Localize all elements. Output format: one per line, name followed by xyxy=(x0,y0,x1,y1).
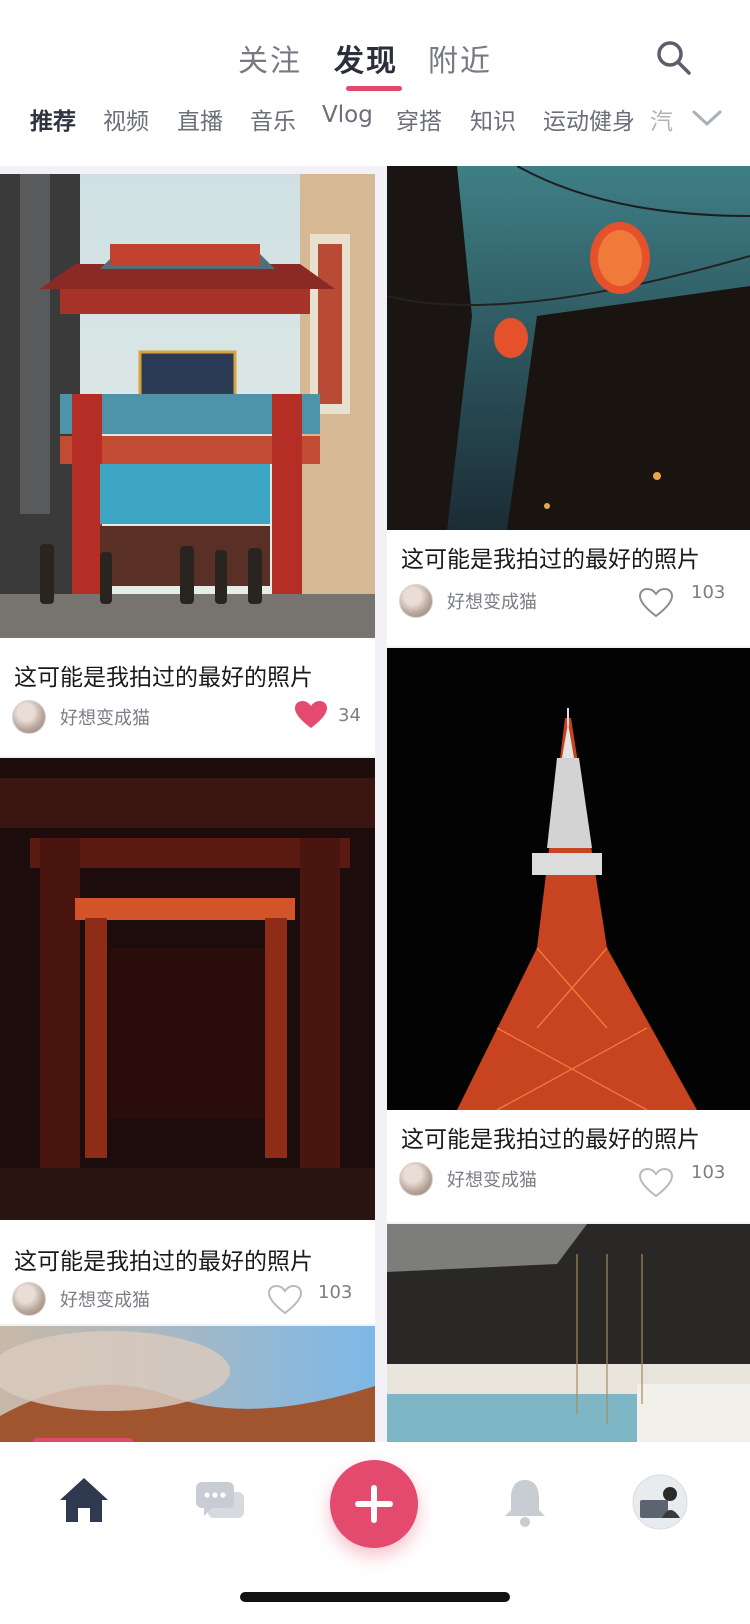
author-name[interactable]: 好想变成猫 xyxy=(447,588,537,614)
like-count: 103 xyxy=(691,1162,726,1183)
author-name[interactable]: 好想变成猫 xyxy=(60,704,150,730)
feed-card[interactable] xyxy=(0,1326,375,1442)
tab-nearby[interactable]: 附近 xyxy=(428,36,492,80)
active-tab-indicator xyxy=(346,86,402,91)
home-icon[interactable] xyxy=(58,1476,110,1524)
feed-card[interactable]: 这可能是我拍过的最好的照片 好想变成猫 34 xyxy=(0,174,375,756)
home-indicator xyxy=(240,1592,510,1602)
add-post-button[interactable] xyxy=(330,1460,418,1548)
category-item[interactable]: 穿搭 xyxy=(396,102,442,136)
category-item[interactable]: Vlog xyxy=(322,102,373,128)
chinatown-gate-photo xyxy=(0,174,375,638)
feed-card[interactable]: 这可能是我拍过的最好的照片 好想变成猫 103 xyxy=(0,758,375,1324)
feed-card[interactable]: 这可能是我拍过的最好的照片 好想变成猫 103 xyxy=(387,166,750,646)
avatar[interactable] xyxy=(12,1282,46,1316)
chevron-down-icon[interactable] xyxy=(690,106,724,130)
post-meta: 好想变成猫 34 xyxy=(12,700,363,736)
top-header: 关注 发现 附近 推荐 视频 直播 音乐 Vlog 穿搭 知识 运动健身 汽 xyxy=(0,0,750,166)
avatar[interactable] xyxy=(12,700,46,734)
red-lanterns-photo xyxy=(387,166,750,530)
search-icon[interactable] xyxy=(654,38,694,78)
post-title: 这可能是我拍过的最好的照片 xyxy=(401,1127,700,1153)
like-count: 103 xyxy=(691,582,726,603)
like-count: 34 xyxy=(338,705,361,726)
heart-outline-icon[interactable] xyxy=(639,588,673,618)
avatar[interactable] xyxy=(399,584,433,618)
feed-card[interactable] xyxy=(387,1224,750,1442)
post-meta: 好想变成猫 103 xyxy=(399,582,738,620)
heart-outline-icon[interactable] xyxy=(268,1285,302,1315)
category-item[interactable]: 直播 xyxy=(177,102,223,136)
post-meta: 好想变成猫 103 xyxy=(12,1282,363,1318)
heart-filled-icon[interactable] xyxy=(294,700,328,730)
category-bar: 推荐 视频 直播 音乐 Vlog 穿搭 知识 运动健身 汽 xyxy=(30,102,750,142)
bell-icon[interactable] xyxy=(502,1476,548,1528)
category-item[interactable]: 推荐 xyxy=(30,102,76,136)
post-title: 这可能是我拍过的最好的照片 xyxy=(14,1249,313,1275)
tab-following[interactable]: 关注 xyxy=(238,36,302,80)
profile-avatar[interactable] xyxy=(632,1474,688,1530)
feed-card[interactable]: 这可能是我拍过的最好的照片 好想变成猫 103 xyxy=(387,648,750,1222)
category-item[interactable]: 音乐 xyxy=(250,102,296,136)
red-torii-tunnel-photo xyxy=(0,758,375,1220)
post-meta: 好想变成猫 103 xyxy=(399,1162,738,1198)
tokyo-tower-photo xyxy=(387,648,750,1110)
avatar[interactable] xyxy=(399,1162,433,1196)
author-name[interactable]: 好想变成猫 xyxy=(447,1166,537,1192)
messages-icon[interactable] xyxy=(194,1480,246,1522)
author-name[interactable]: 好想变成猫 xyxy=(60,1286,150,1312)
industrial-interior-photo xyxy=(387,1224,750,1442)
category-item[interactable]: 汽 xyxy=(650,102,673,136)
post-title: 这可能是我拍过的最好的照片 xyxy=(14,665,313,691)
tab-discover[interactable]: 发现 xyxy=(334,36,398,80)
category-item[interactable]: 视频 xyxy=(103,102,149,136)
heart-outline-icon[interactable] xyxy=(639,1168,673,1198)
post-title: 这可能是我拍过的最好的照片 xyxy=(401,547,700,573)
mountain-clouds-photo xyxy=(0,1326,375,1442)
like-count: 103 xyxy=(318,1282,353,1303)
category-item[interactable]: 运动健身 xyxy=(543,102,635,136)
category-item[interactable]: 知识 xyxy=(470,102,516,136)
